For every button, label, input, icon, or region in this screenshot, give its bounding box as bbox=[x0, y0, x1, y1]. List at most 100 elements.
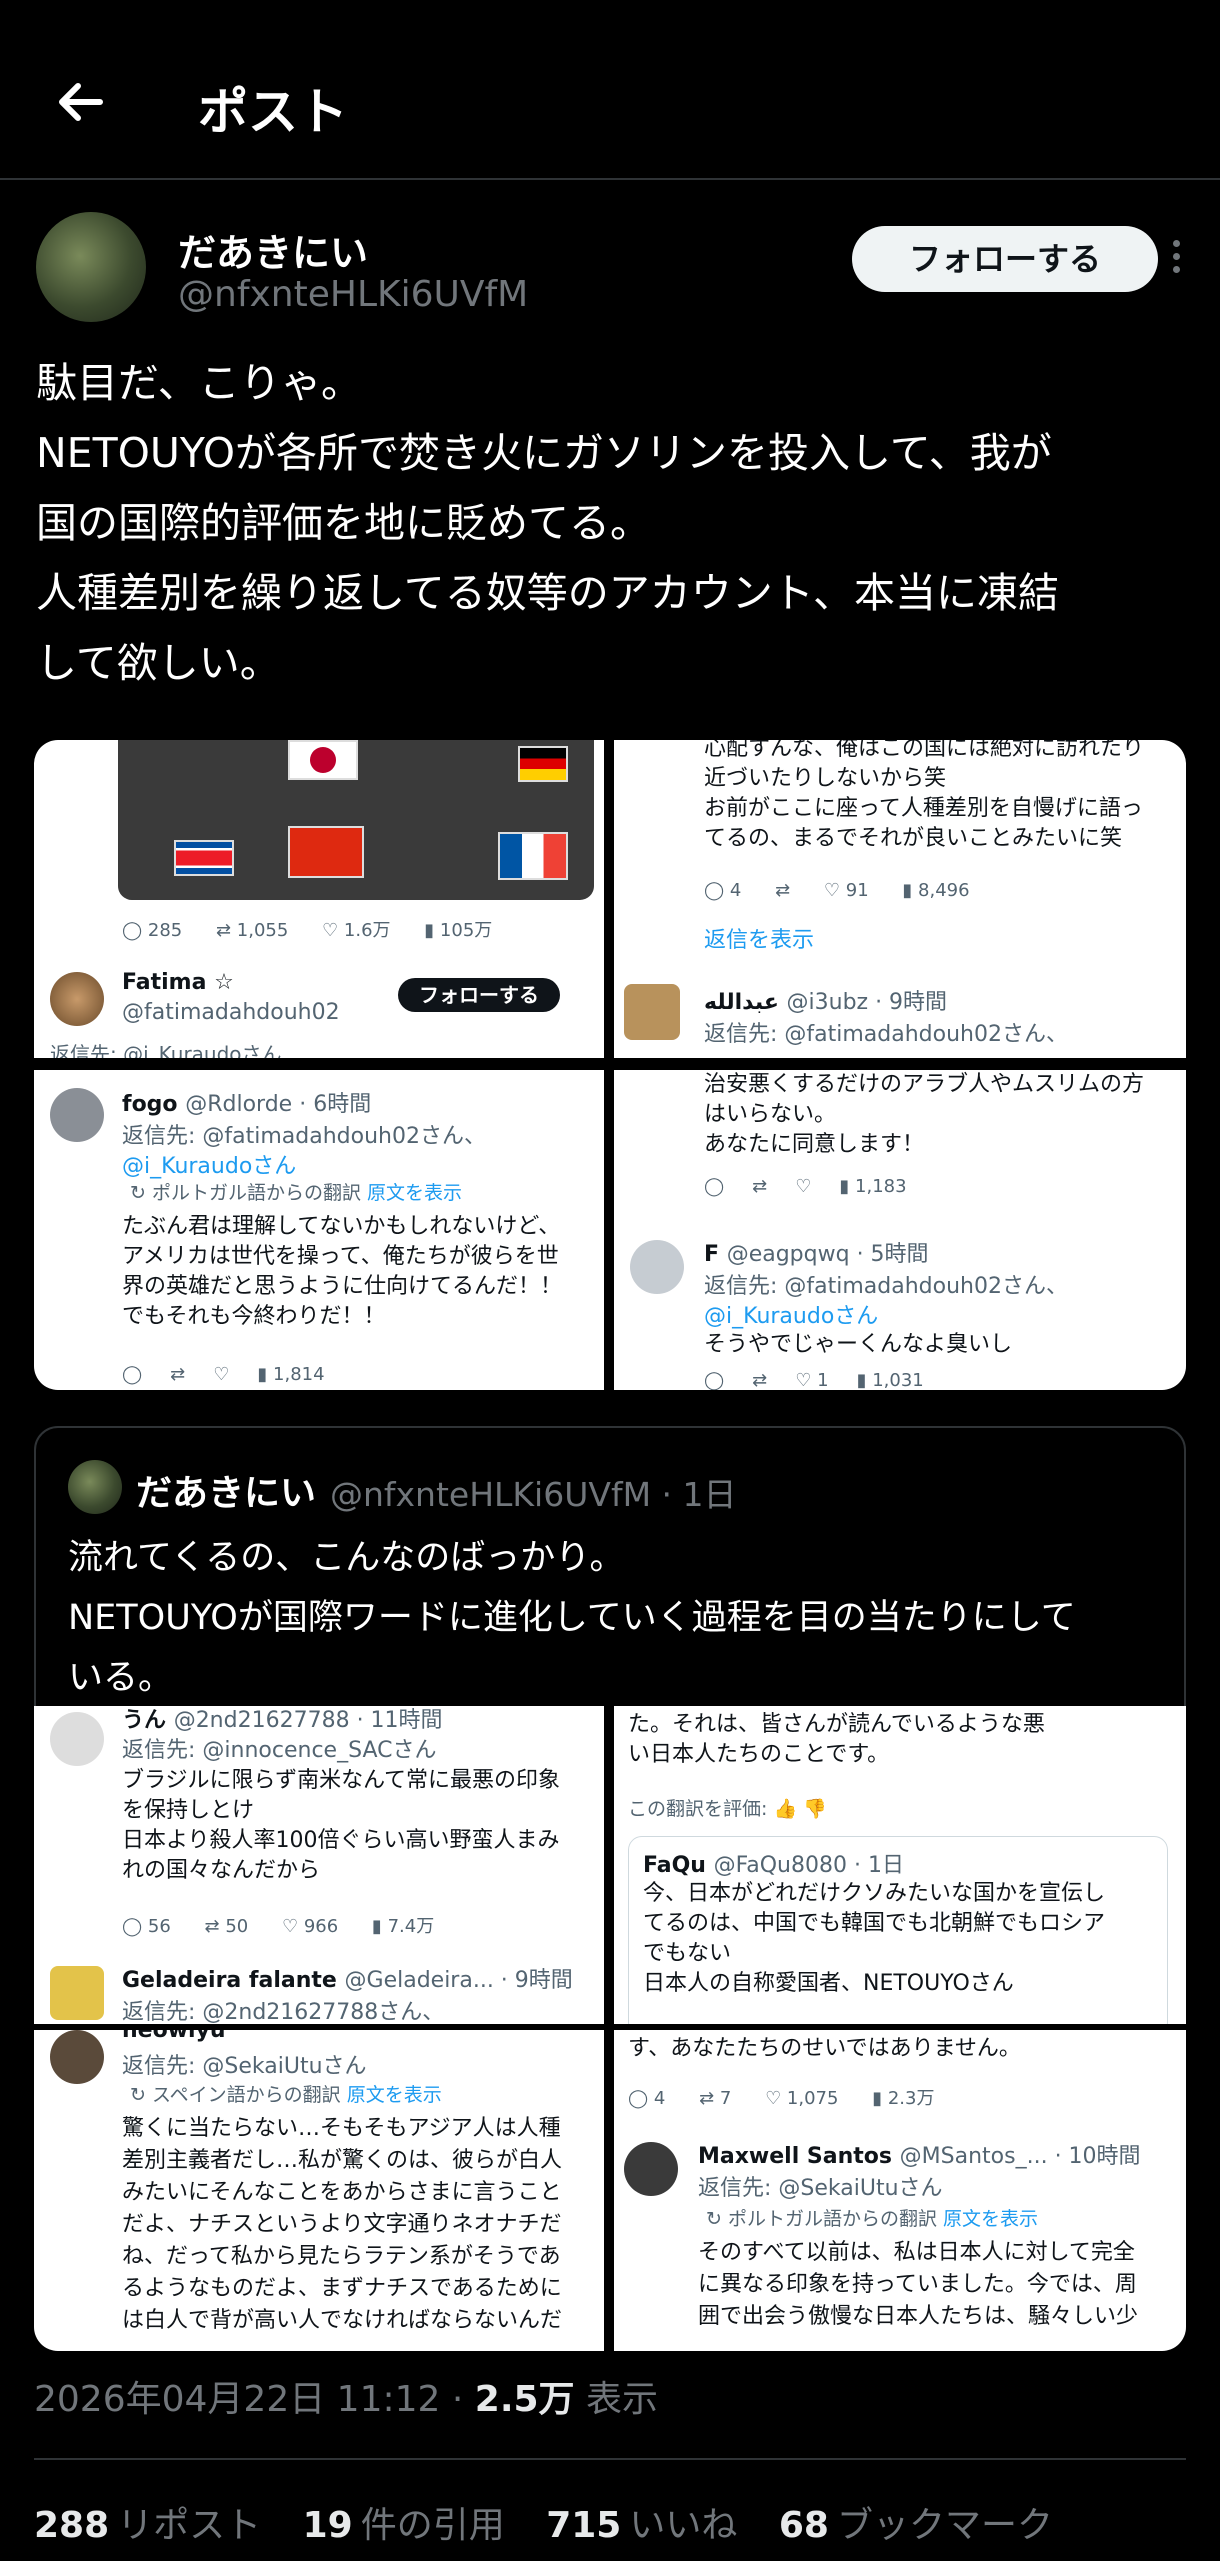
tweet-text: ブラジルに限らず南米なんて常に最悪の印象 bbox=[122, 1768, 561, 1793]
attached-images[interactable]: ◯ 285 ⇄ 1,055 ♡ 1.6万 ▮ 105万 Fatima ☆ @fa… bbox=[34, 740, 1186, 1390]
repost-count: ⇄ 1,055 bbox=[215, 920, 289, 941]
tweet-actions: ◯ 285 ⇄ 1,055 ♡ 1.6万 ▮ 105万 bbox=[122, 916, 520, 942]
image-tile[interactable]: fogo @Rdlorde · 6時間 返信先: @fatimadahdouh0… bbox=[34, 1070, 604, 1390]
tweet-text: に異なる印象を持っていました。今では、周 bbox=[698, 2272, 1137, 2297]
reply-to-handle: @i_Kuraudoさん bbox=[704, 1304, 879, 1329]
tweet-text: た。それは、皆さんが読んでいるような悪 bbox=[628, 1712, 1045, 1737]
tweet-text: す、あなたたちのせいではありません。 bbox=[628, 2036, 1021, 2061]
tweet-text: ね、だって私から見たらラテン系がそうであ bbox=[122, 2244, 561, 2269]
tweet-actions: ◯ ⇄ ♡ 1 ▮ 1,031 bbox=[704, 1370, 924, 1390]
tweet-text: みたいにそんなことをあからさまに言うこと bbox=[122, 2180, 562, 2205]
user-name: neowiyu bbox=[122, 2030, 226, 2043]
reply-to: 返信先: @i_Kuraudoさん bbox=[50, 1042, 282, 1058]
flag-china bbox=[288, 826, 364, 878]
engagement-stats: 288 リポスト 19 件の引用 715 いいね 68 ブックマーク bbox=[34, 2496, 1083, 2548]
page-title: ポスト bbox=[198, 83, 348, 141]
views-label: 表示 bbox=[574, 2379, 658, 2420]
tweet-text: るようなものだよ、まずナチスであるために bbox=[122, 2276, 562, 2301]
reply-to: 返信先: @SekaiUtuさん bbox=[698, 2176, 943, 2201]
more-options-icon[interactable] bbox=[1166, 240, 1186, 280]
image-tile[interactable]: た。それは、皆さんが読んでいるような悪 い日本人たちのことです。 この翻訳を評価… bbox=[614, 1706, 1186, 2024]
avatar[interactable] bbox=[36, 212, 146, 322]
like-count: ♡ 1.6万 bbox=[322, 920, 391, 941]
user-handle: @fatimadahdouh02 bbox=[122, 1000, 340, 1025]
image-tile[interactable]: 心配すんな、俺はこの国には絶対に訪れたり 近づいたりしないから笑 お前がここに座… bbox=[614, 740, 1186, 1058]
tweet-text: を保持しとけ bbox=[122, 1798, 255, 1823]
translation-note: ↻ ポルトガル語からの翻訳 原文を表示 bbox=[130, 1182, 463, 1204]
tweet-text: 界の英雄だと思うように仕向けてるんだ！！ bbox=[122, 1274, 563, 1299]
bookmarks-stat[interactable]: 68 ブックマーク bbox=[779, 2505, 1053, 2546]
tweet-actions: ◯ ⇄ ♡ ▮ 1,814 bbox=[122, 1364, 325, 1385]
view-count: ▮ 105万 bbox=[424, 920, 493, 941]
tweet-text: れの国々なんだから bbox=[122, 1858, 321, 1883]
show-replies-link: 返信を表示 bbox=[704, 928, 815, 953]
timestamp-text: 2026年04月22日 11:12 · bbox=[34, 2379, 475, 2420]
image-tile[interactable]: 治安悪くするだけのアラブ人やムスリムの方 はいらない。 あなたに同意します！ ◯… bbox=[614, 1070, 1186, 1390]
avatar bbox=[50, 1088, 104, 1142]
tweet-text: たぶん君は理解してないかもしれないけど、 bbox=[122, 1214, 561, 1239]
user-name: Fatima ☆ bbox=[122, 970, 234, 995]
post-line: 人種差別を繰り返してる奴等のアカウント、本当に凍結 bbox=[36, 569, 1059, 617]
tweet-text: てるのは、中国でも韓国でも北朝鮮でもロシア bbox=[643, 1911, 1106, 1936]
image-tile[interactable]: neowiyu 返信先: @SekaiUtuさん ↻ スペイン語からの翻訳 原文… bbox=[34, 2030, 604, 2351]
user-name: Maxwell Santos @MSantos_... · 10時間 bbox=[698, 2144, 1141, 2169]
follow-button[interactable]: フォローする bbox=[852, 226, 1158, 292]
rate-translation: この翻訳を評価: 👍 👎 bbox=[628, 1798, 827, 1820]
follow-button: フォローする bbox=[398, 978, 560, 1012]
quoted-line: NETOUYOが国際ワードに進化していく過程を目の当たりにして bbox=[68, 1598, 1076, 1638]
avatar bbox=[624, 2142, 678, 2196]
tweet-text: でもない bbox=[643, 1941, 732, 1966]
author-name[interactable]: だあきにい bbox=[178, 222, 368, 277]
quotes-stat[interactable]: 19 件の引用 bbox=[303, 2505, 505, 2546]
reply-count: ◯ 285 bbox=[122, 920, 183, 941]
reply-to: 返信先: @fatimadahdouh02さん、 bbox=[704, 1022, 1068, 1047]
tweet-text: は白人で背が高い人でなければならないんだ bbox=[122, 2308, 563, 2333]
view-count: 2.5万 bbox=[474, 2379, 575, 2420]
likes-stat[interactable]: 715 いいね bbox=[546, 2505, 737, 2546]
avatar bbox=[50, 972, 104, 1026]
reply-to: 返信先: @SekaiUtuさん bbox=[122, 2054, 367, 2079]
user-name: F @eagpqwq · 5時間 bbox=[704, 1242, 929, 1267]
avatar bbox=[630, 1240, 684, 1294]
post-line: 国の国際的評価を地に貶めてる。 bbox=[36, 499, 651, 547]
tweet-text: い日本人たちのことです。 bbox=[628, 1742, 890, 1767]
embedded-quote: FaQu @FaQu8080 · 1日 今、日本がどれだけクソみたいな国かを宣伝… bbox=[628, 1836, 1168, 2024]
user-name: fogo @Rdlorde · 6時間 bbox=[122, 1092, 372, 1117]
tweet-text: アメリカは世代を操って、俺たちが彼らを世 bbox=[122, 1244, 559, 1269]
top-bar: ポスト bbox=[0, 0, 1220, 180]
image-tile[interactable]: ◯ 285 ⇄ 1,055 ♡ 1.6万 ▮ 105万 Fatima ☆ @fa… bbox=[34, 740, 604, 1058]
tweet-text: はいらない。 bbox=[704, 1102, 837, 1127]
author-handle[interactable]: @nfxnteHLKi6UVfM bbox=[178, 274, 528, 315]
tweet-text: そのすべて以前は、私は日本人に対して完全 bbox=[698, 2240, 1135, 2265]
avatar bbox=[50, 2030, 104, 2084]
quoted-images[interactable]: うん @2nd21627788 · 11時間 返信先: @innocence_S… bbox=[34, 1706, 1186, 2351]
arrow-left-icon bbox=[59, 83, 103, 121]
user-name: FaQu @FaQu8080 · 1日 bbox=[643, 1853, 904, 1878]
tweet-text: 囲で出会う傲慢な日本人たちは、騒々しい少 bbox=[698, 2304, 1139, 2329]
quoted-line: 流れてくるの、こんなのばっかり。 bbox=[68, 1538, 625, 1578]
flag-france bbox=[498, 832, 568, 880]
tweet-text: だよ、ナチスというより文字通りネオナチだ bbox=[122, 2212, 562, 2237]
tweet-text: 心配すんな、俺はこの国には絶対に訪れたり bbox=[704, 740, 1145, 761]
post-line: 駄目だ、こりゃ。 bbox=[36, 359, 362, 407]
post-timestamp: 2026年04月22日 11:12 · 2.5万 表示 bbox=[34, 2370, 658, 2422]
tweet-text: でもそれも今終わりだ！！ bbox=[122, 1304, 386, 1329]
tweet-text: お前がここに座って人種差別を自慢げに語っ bbox=[704, 796, 1143, 821]
back-button[interactable] bbox=[40, 62, 120, 142]
tweet-text: 治安悪くするだけのアラブ人やムスリムの方 bbox=[704, 1072, 1145, 1097]
tweet-actions: ◯ ⇄ ♡ ▮ 1,183 bbox=[704, 1176, 907, 1197]
map-image bbox=[118, 740, 594, 900]
avatar bbox=[50, 1966, 104, 2020]
tweet-text: 近づいたりしないから笑 bbox=[704, 766, 947, 791]
reposts-stat[interactable]: 288 リポスト bbox=[34, 2505, 261, 2546]
quoted-line: いる。 bbox=[68, 1658, 174, 1698]
tweet-text: 驚くに当たらない…そもそもアジア人は人種 bbox=[122, 2116, 561, 2141]
image-tile[interactable]: す、あなたたちのせいではありません。 ◯ 4 ⇄ 7 ♡ 1,075 ▮ 2.3… bbox=[614, 2030, 1186, 2351]
tweet-text: あなたに同意します！ bbox=[704, 1132, 925, 1157]
tweet-text: 今、日本がどれだけクソみたいな国かを宣伝し bbox=[643, 1881, 1106, 1906]
divider bbox=[34, 2458, 1186, 2460]
quoted-text: 流れてくるの、こんなのばっかり。 NETOUYOが国際ワードに進化していく過程を… bbox=[68, 1528, 1168, 1708]
image-tile[interactable]: うん @2nd21627788 · 11時間 返信先: @innocence_S… bbox=[34, 1706, 604, 2024]
translation-note: ↻ スペイン語からの翻訳 原文を表示 bbox=[130, 2084, 442, 2106]
flag-north-korea bbox=[174, 840, 234, 876]
